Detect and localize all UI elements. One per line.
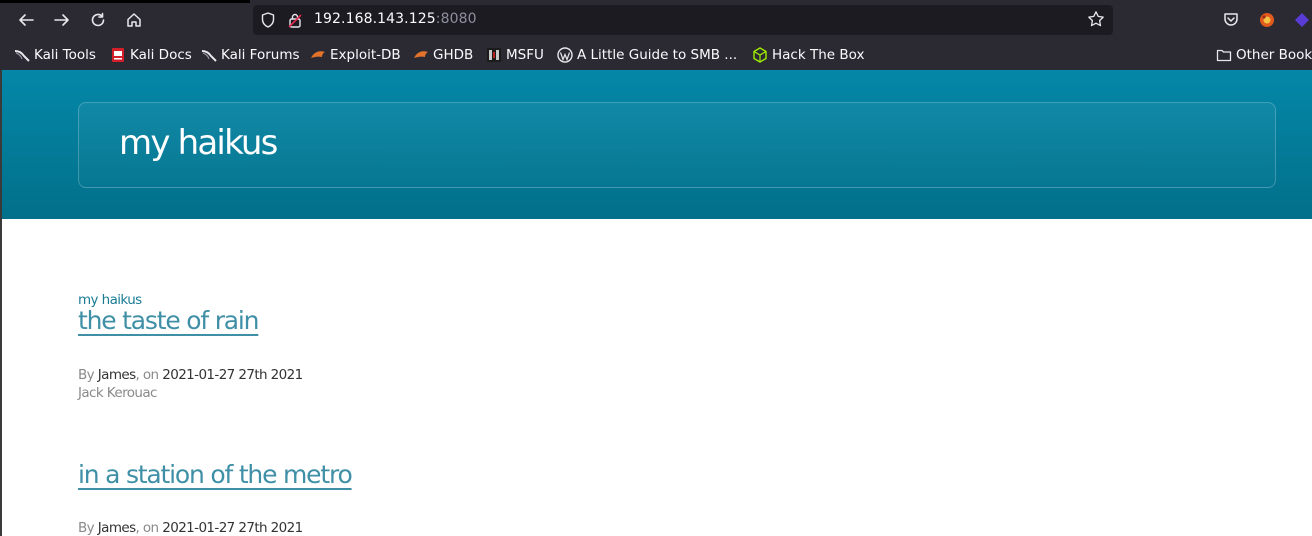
bookmark-kali-tools[interactable]: Kali Tools — [14, 46, 96, 64]
bookmark-label: Hack The Box — [772, 47, 865, 63]
kali-docs-icon — [110, 47, 126, 63]
bookmark-label: A Little Guide to SMB ... — [577, 47, 738, 63]
bookmark-label: MSFU — [506, 47, 544, 63]
bookmark-kali-docs[interactable]: Kali Docs — [110, 46, 192, 64]
bookmark-smb-guide[interactable]: A Little Guide to SMB ... — [557, 46, 737, 64]
back-button[interactable] — [14, 8, 38, 32]
pocket-icon[interactable] — [1222, 11, 1240, 29]
post-title-wrap-2: in a station of the metro — [78, 460, 353, 489]
forward-button[interactable] — [50, 8, 74, 32]
address-bar[interactable]: 192.168.143.125:8080 — [253, 5, 1113, 35]
post-meta: By James, on 2021-01-27 27th 2021 — [78, 367, 303, 383]
bookmark-label: Kali Tools — [34, 47, 96, 63]
bookmarks-toolbar: Kali Tools Kali Docs Kali Forums Exploit… — [0, 39, 1312, 70]
extension-icon[interactable] — [1258, 11, 1276, 29]
exploit-db-icon — [310, 47, 326, 63]
url-host: 192.168.143.125 — [314, 11, 436, 27]
bookmark-label: Exploit-DB — [330, 47, 401, 63]
post-title-link[interactable]: the taste of rain — [78, 306, 259, 335]
bookmark-label: GHDB — [433, 47, 474, 63]
extension-icon-2[interactable] — [1293, 11, 1311, 29]
back-arrow-icon — [19, 14, 34, 26]
bookmark-hack-the-box[interactable]: Hack The Box — [752, 46, 864, 64]
bookmark-label: Kali Docs — [130, 47, 192, 63]
navigation-toolbar: 192.168.143.125:8080 — [0, 3, 1312, 37]
site-header-box: my haikus — [78, 102, 1276, 188]
reload-icon — [91, 12, 105, 27]
shield-icon[interactable] — [259, 11, 277, 29]
url-port: :8080 — [435, 11, 477, 27]
forward-arrow-icon — [54, 14, 69, 26]
other-bookmarks-folder[interactable]: Other Book — [1216, 46, 1312, 64]
kali-dragon-icon — [14, 47, 30, 63]
bookmark-kali-forums[interactable]: Kali Forums — [201, 46, 300, 64]
folder-icon — [1216, 47, 1232, 63]
post-excerpt-wrap: Jack Kerouac — [78, 385, 157, 401]
post-author[interactable]: James — [98, 367, 136, 383]
hackthebox-icon — [752, 47, 768, 63]
home-icon — [127, 13, 141, 27]
page-content: my haikus my haikus the taste of rain By… — [0, 70, 1312, 536]
post-meta-by: By — [78, 367, 95, 383]
site-title[interactable]: my haikus — [119, 123, 278, 163]
browser-chrome: 192.168.143.125:8080 Kali Tools Kali Doc… — [0, 0, 1312, 70]
site-header: my haikus — [2, 70, 1312, 219]
bookmark-label: Kali Forums — [221, 47, 300, 63]
post-date: 2021-01-27 27th 2021 — [162, 520, 303, 536]
reload-button[interactable] — [86, 8, 110, 32]
wordpress-icon — [557, 47, 573, 63]
post-meta-2: By James, on 2021-01-27 27th 2021 — [78, 520, 303, 536]
post-meta-on: , on — [135, 520, 160, 536]
msfu-icon — [486, 47, 502, 63]
ghdb-icon — [413, 47, 429, 63]
other-bookmarks-label: Other Book — [1236, 47, 1312, 63]
url-text[interactable]: 192.168.143.125:8080 — [314, 11, 477, 27]
post-title-wrap: the taste of rain — [78, 306, 259, 335]
post-author[interactable]: James — [98, 520, 136, 536]
kali-dragon-icon — [201, 47, 217, 63]
post-meta-by: By — [78, 520, 95, 536]
post-meta-on: , on — [135, 367, 160, 383]
post-date: 2021-01-27 27th 2021 — [162, 367, 303, 383]
bookmark-exploit-db[interactable]: Exploit-DB — [310, 46, 401, 64]
bookmark-star-icon[interactable] — [1087, 10, 1105, 33]
insecure-lock-icon[interactable] — [286, 11, 304, 29]
post-title-link[interactable]: in a station of the metro — [78, 460, 353, 489]
post-excerpt: Jack Kerouac — [78, 385, 157, 401]
home-button[interactable] — [122, 8, 146, 32]
bookmark-msfu[interactable]: MSFU — [486, 46, 544, 64]
bookmark-ghdb[interactable]: GHDB — [413, 46, 473, 64]
